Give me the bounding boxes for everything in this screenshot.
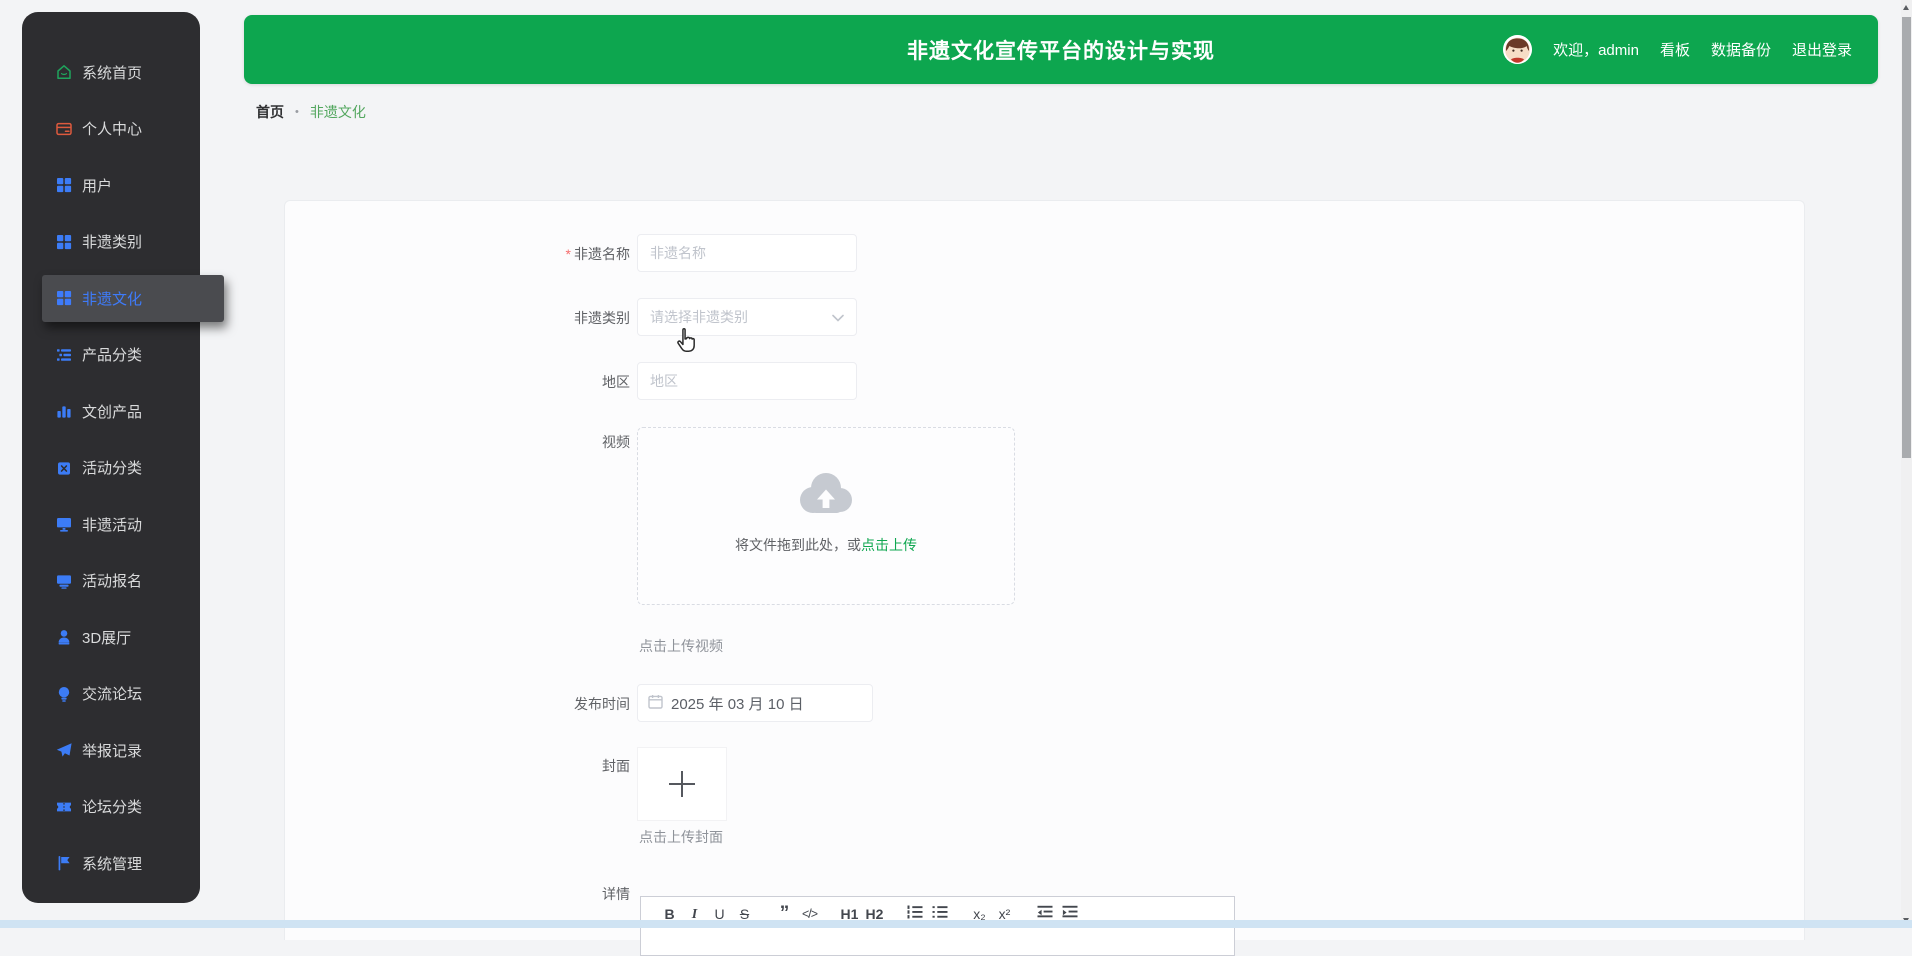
field-label-video: 视频 — [602, 434, 630, 450]
select-placeholder: 请选择非遗类别 — [650, 309, 748, 325]
sidebar-item-report-records[interactable]: 举报记录 — [22, 722, 200, 779]
page-title: 非遗文化宣传平台的设计与实现 — [907, 39, 1215, 63]
screen-icon — [55, 572, 73, 590]
breadcrumb: 首页 • 非遗文化 — [256, 102, 366, 122]
list-icon — [55, 346, 73, 364]
idcard-icon — [55, 120, 73, 138]
field-label-publish-time: 发布时间 — [574, 696, 630, 712]
sidebar-item-label: 非遗活动 — [82, 516, 143, 534]
sidebar-item-activity-registration[interactable]: 活动报名 — [22, 553, 200, 610]
field-label-name: * 非遗名称 — [565, 246, 630, 262]
send-icon — [55, 741, 73, 759]
field-label-category: 非遗类别 — [574, 310, 630, 326]
lightbulb-icon — [55, 685, 73, 703]
calendar-icon — [648, 694, 663, 713]
data-backup-link[interactable]: 数据备份 — [1711, 39, 1771, 60]
sidebar-item-label: 交流论坛 — [82, 686, 143, 704]
sidebar-item-users[interactable]: 用户 — [22, 157, 200, 214]
sidebar-item-label: 活动分类 — [82, 460, 143, 478]
field-label-region: 地区 — [602, 374, 630, 390]
cover-upload-tip: 点击上传封面 — [639, 829, 723, 845]
sidebar-item-forum[interactable]: 交流论坛 — [22, 666, 200, 723]
sidebar-item-personal-center[interactable]: 个人中心 — [22, 101, 200, 158]
field-label-cover: 封面 — [602, 758, 630, 774]
breadcrumb-current: 非遗文化 — [309, 104, 366, 120]
sidebar-item-label: 系统管理 — [82, 855, 143, 873]
quote-icon[interactable]: ” — [772, 904, 797, 923]
grid-icon — [55, 176, 73, 194]
sidebar-item-label: 产品分类 — [82, 347, 143, 365]
home-icon — [55, 63, 73, 81]
sidebar-item-label: 系统首页 — [82, 64, 143, 82]
scrollbar-thumb[interactable] — [1902, 17, 1911, 458]
dashboard-link[interactable]: 看板 — [1660, 39, 1690, 60]
sidebar: 系统首页 个人中心 用户 非遗类别 非遗文化 产品分类 文创产品 活动分类 非遗… — [22, 12, 224, 903]
box-x-icon — [55, 459, 73, 477]
heritage-category-select[interactable]: 请选择非遗类别 — [637, 298, 857, 336]
header-bar: 非遗文化宣传平台的设计与实现 欢迎，admin 看板 数据备份 退出登录 — [244, 15, 1878, 84]
sidebar-item-system-home[interactable]: 系统首页 — [22, 44, 200, 101]
bar-chart-icon — [55, 402, 73, 420]
sidebar-item-label: 个人中心 — [82, 121, 143, 139]
upload-cloud-icon — [638, 468, 1014, 521]
vertical-scrollbar[interactable] — [1901, 0, 1912, 928]
sidebar-item-label: 文创产品 — [82, 403, 143, 421]
sidebar-item-label: 活动报名 — [82, 573, 143, 591]
video-upload-dropzone[interactable]: 将文件拖到此处，或点击上传 — [637, 427, 1015, 605]
sidebar-item-label: 用户 — [82, 177, 113, 195]
chevron-down-icon — [832, 309, 844, 325]
cover-upload-box[interactable] — [637, 747, 727, 821]
dropzone-hint: 将文件拖到此处，或点击上传 — [735, 537, 917, 553]
sidebar-item-heritage-culture[interactable]: 非遗文化 — [22, 270, 224, 327]
sidebar-item-heritage-category[interactable]: 非遗类别 — [22, 214, 200, 271]
sidebar-item-product-category[interactable]: 产品分类 — [22, 327, 200, 384]
sidebar-item-forum-category[interactable]: 论坛分类 — [22, 779, 200, 836]
grid-icon — [55, 233, 73, 251]
bottom-edge-strip — [0, 920, 1912, 928]
sidebar-item-activity-category[interactable]: 活动分类 — [22, 440, 200, 497]
region-input[interactable] — [637, 362, 857, 400]
required-asterisk: * — [565, 246, 571, 262]
publish-date-value: 2025 年 03 月 10 日 — [671, 695, 804, 713]
sidebar-item-label: 非遗类别 — [82, 234, 143, 252]
publish-date-picker[interactable]: 2025 年 03 月 10 日 — [637, 684, 873, 722]
field-label-detail: 详情 — [602, 886, 630, 902]
sidebar-item-label: 3D展厅 — [82, 629, 132, 647]
monitor-icon — [55, 515, 73, 533]
plus-icon — [669, 771, 695, 797]
ticket-icon — [55, 798, 73, 816]
video-upload-tip: 点击上传视频 — [639, 638, 723, 654]
heritage-name-input[interactable] — [637, 234, 857, 272]
sidebar-item-label: 非遗文化 — [82, 290, 143, 308]
sidebar-item-3d-hall[interactable]: 3D展厅 — [22, 609, 200, 666]
upload-link[interactable]: 点击上传 — [861, 537, 917, 553]
person-icon — [55, 628, 73, 646]
sidebar-item-label: 论坛分类 — [82, 799, 143, 817]
sidebar-item-label: 举报记录 — [82, 742, 143, 760]
sidebar-item-heritage-activities[interactable]: 非遗活动 — [22, 496, 200, 553]
breadcrumb-separator-icon: • — [295, 106, 299, 118]
logout-link[interactable]: 退出登录 — [1792, 39, 1852, 60]
flag-icon — [55, 854, 73, 872]
grid-icon — [55, 289, 73, 307]
breadcrumb-home[interactable]: 首页 — [256, 102, 284, 122]
avatar[interactable] — [1503, 35, 1533, 64]
sidebar-item-system-management[interactable]: 系统管理 — [22, 835, 200, 892]
sidebar-item-cultural-products[interactable]: 文创产品 — [22, 383, 200, 440]
header-user-area: 欢迎，admin 看板 数据备份 退出登录 — [1503, 15, 1852, 84]
welcome-text: 欢迎，admin — [1553, 42, 1639, 59]
scroll-up-icon[interactable] — [1903, 5, 1909, 10]
